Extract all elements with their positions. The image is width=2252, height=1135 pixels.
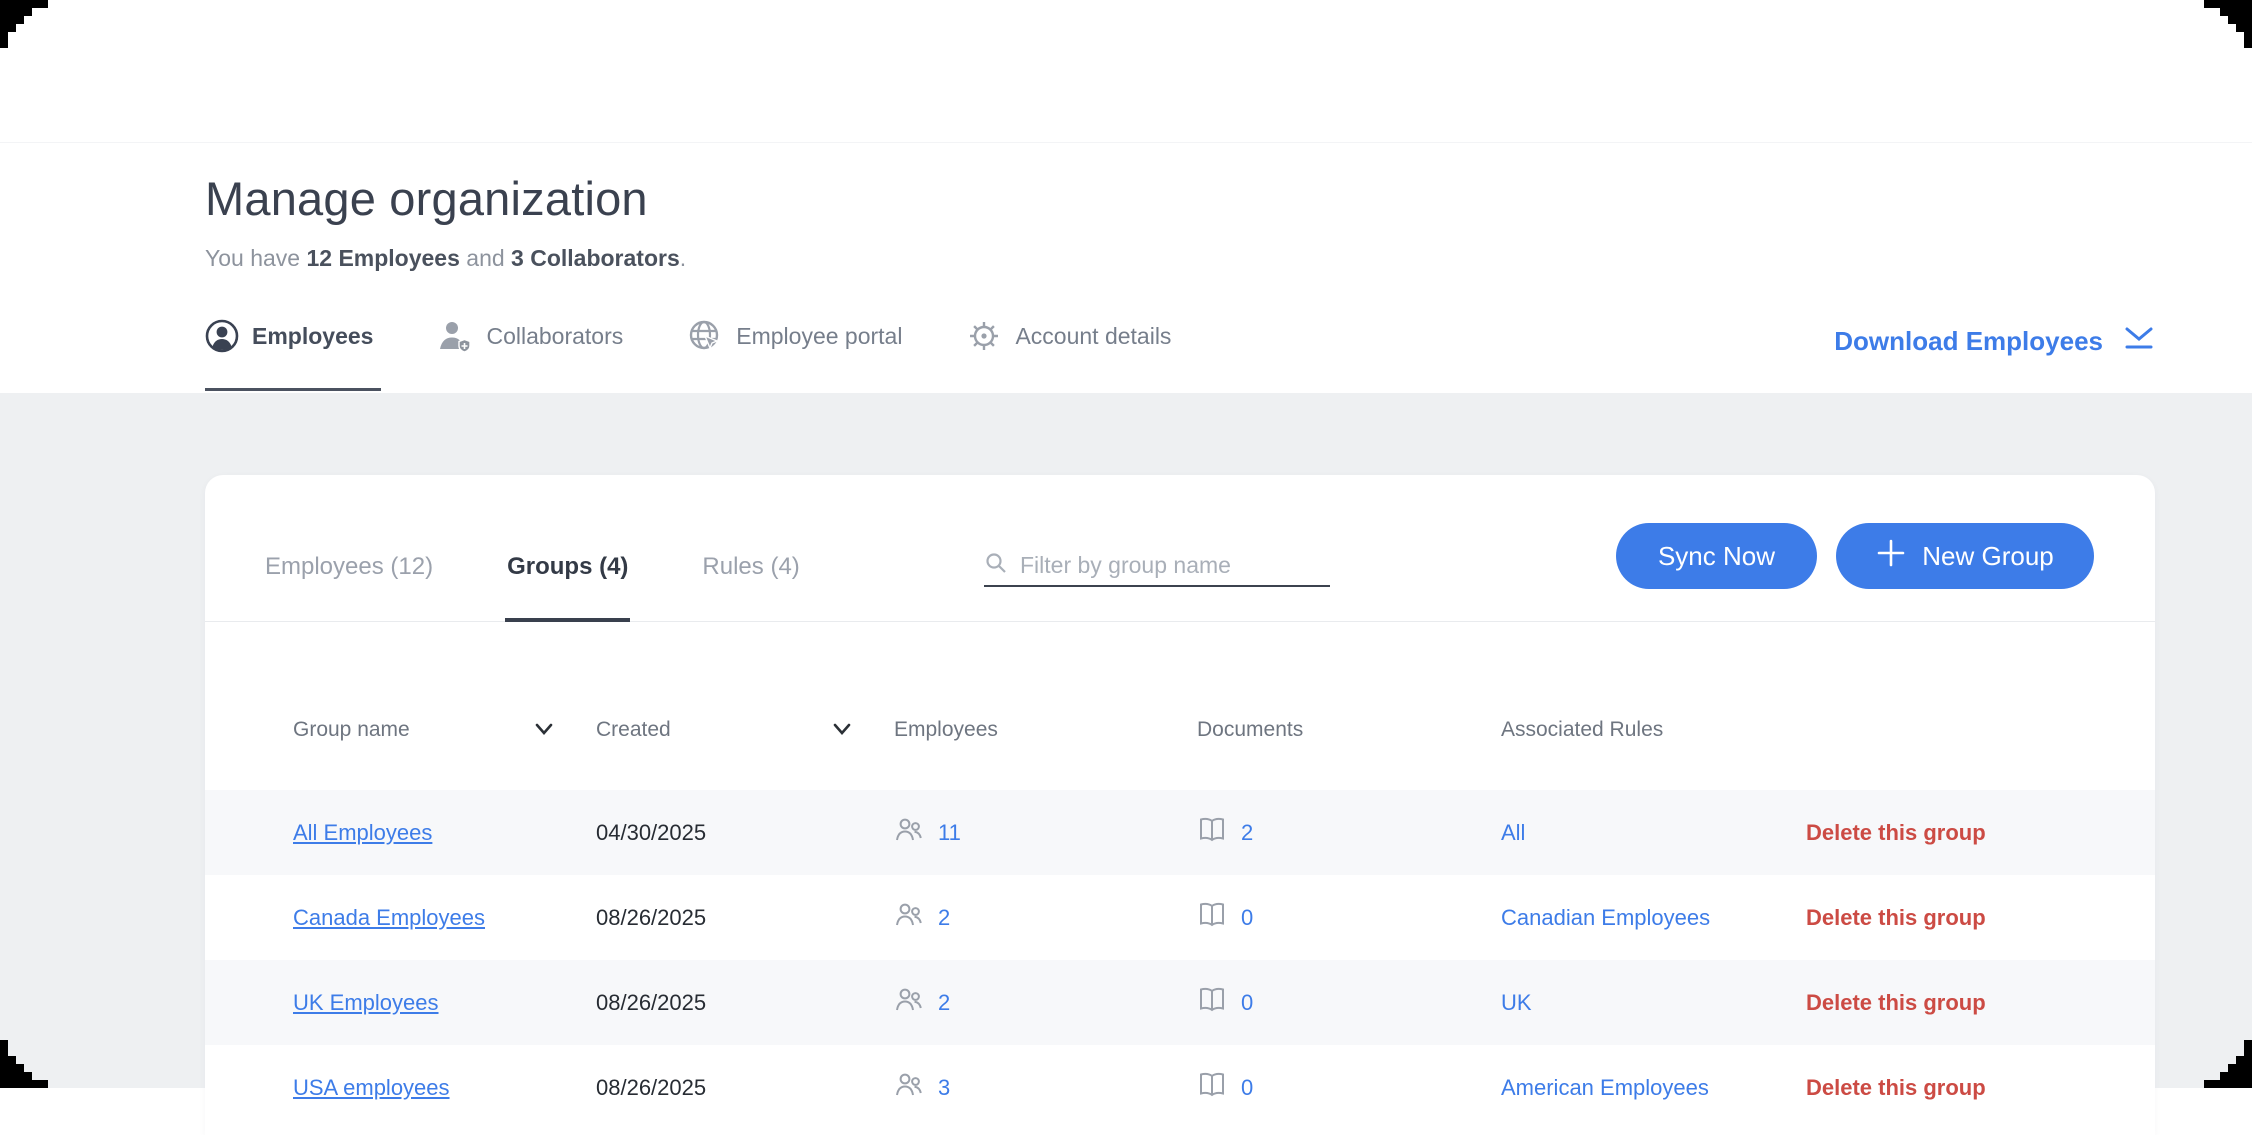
subtab-groups[interactable]: Groups (4)	[505, 475, 630, 622]
tab-employees-label: Employees	[252, 323, 373, 350]
people-icon	[894, 902, 924, 934]
active-tab-underline	[205, 388, 381, 391]
subtitle-employee-count: 12 Employees	[306, 245, 459, 271]
table-header-row: Group name Created Employees Documents A…	[205, 622, 2155, 790]
plus-icon	[1876, 538, 1906, 575]
tab-collaborators[interactable]: Collaborators	[437, 319, 623, 353]
download-employees-button[interactable]: Download Employees	[1834, 325, 2155, 358]
book-icon	[1197, 987, 1227, 1019]
page-subtitle: You have 12 Employees and 3 Collaborator…	[205, 245, 686, 272]
book-icon	[1197, 902, 1227, 934]
created-date: 04/30/2025	[596, 820, 894, 846]
table-row: All Employees 04/30/2025 11 2 All Delete…	[205, 790, 2155, 875]
header-associated-rules: Associated Rules	[1501, 718, 1806, 742]
subtitle-collaborator-count: 3 Collaborators	[511, 245, 680, 271]
header-documents-label: Documents	[1197, 718, 1303, 742]
sync-now-button[interactable]: Sync Now	[1616, 523, 1817, 589]
group-name-link[interactable]: Canada Employees	[293, 905, 485, 930]
subtab-rules[interactable]: Rules (4)	[700, 475, 801, 622]
documents-count-link[interactable]: 0	[1241, 905, 1253, 931]
globe-cursor-icon	[687, 318, 723, 354]
documents-count-link[interactable]: 2	[1241, 820, 1253, 846]
employees-count-link[interactable]: 2	[938, 990, 950, 1016]
tab-account-details[interactable]: Account details	[966, 318, 1171, 354]
page-title: Manage organization	[205, 171, 648, 226]
sort-chevron-icon[interactable]	[534, 718, 554, 742]
group-name-link[interactable]: UK Employees	[293, 990, 439, 1015]
documents-count-link[interactable]: 0	[1241, 990, 1253, 1016]
delete-group-link[interactable]: Delete this group	[1806, 905, 1986, 930]
employees-count-link[interactable]: 11	[938, 820, 961, 846]
created-date: 08/26/2025	[596, 990, 894, 1016]
subtitle-suffix: .	[680, 245, 686, 271]
delete-group-link[interactable]: Delete this group	[1806, 1075, 1986, 1100]
tab-employee-portal-label: Employee portal	[736, 323, 902, 350]
tab-employee-portal[interactable]: Employee portal	[687, 318, 902, 354]
documents-count-cell: 2	[1197, 817, 1501, 849]
group-name-link[interactable]: USA employees	[293, 1075, 450, 1100]
associated-rule-link[interactable]: American Employees	[1501, 1075, 1709, 1100]
header-documents: Documents	[1197, 718, 1501, 742]
subtitle-mid: and	[460, 245, 511, 271]
sort-chevron-icon[interactable]	[832, 718, 852, 742]
tab-collaborators-label: Collaborators	[486, 323, 623, 350]
documents-count-cell: 0	[1197, 987, 1501, 1019]
tab-account-details-label: Account details	[1015, 323, 1171, 350]
group-filter-field	[984, 545, 1330, 587]
associated-rule-link[interactable]: All	[1501, 820, 1525, 845]
table-row: Canada Employees 08/26/2025 2 0 Canadian…	[205, 875, 2155, 960]
associated-rule-link[interactable]: Canadian Employees	[1501, 905, 1710, 930]
download-employees-label: Download Employees	[1834, 326, 2103, 357]
header-created: Created	[596, 718, 894, 742]
tab-employees[interactable]: Employees	[205, 319, 373, 353]
groups-card: Employees (12) Groups (4) Rules (4) Sync…	[205, 475, 2155, 1135]
employees-count-link[interactable]: 2	[938, 905, 950, 931]
header-employees: Employees	[894, 718, 1197, 742]
person-circle-icon	[205, 319, 239, 353]
download-icon	[2123, 325, 2155, 358]
screen: Manage organization You have 12 Employee…	[0, 0, 2252, 1088]
top-white-band	[0, 0, 2252, 143]
header-associated-rules-label: Associated Rules	[1501, 718, 1663, 742]
header-group-name-label: Group name	[293, 718, 410, 742]
employees-count-cell: 11	[894, 817, 1197, 849]
card-tab-bar: Employees (12) Groups (4) Rules (4) Sync…	[205, 475, 2155, 622]
new-group-label: New Group	[1922, 541, 2054, 572]
header-created-label: Created	[596, 718, 671, 742]
group-name-link[interactable]: All Employees	[293, 820, 432, 845]
table-row: UK Employees 08/26/2025 2 0 UK Delete th…	[205, 960, 2155, 1045]
sync-now-label: Sync Now	[1658, 541, 1775, 572]
person-shield-icon	[437, 319, 473, 353]
header-employees-label: Employees	[894, 718, 998, 742]
new-group-button[interactable]: New Group	[1836, 523, 2094, 589]
subtitle-prefix: You have	[205, 245, 306, 271]
main-tab-bar: Employees Collaborators Employee portal …	[205, 318, 1171, 354]
delete-group-link[interactable]: Delete this group	[1806, 990, 1986, 1015]
employees-count-cell: 2	[894, 987, 1197, 1019]
documents-count-cell: 0	[1197, 902, 1501, 934]
employees-count-cell: 2	[894, 902, 1197, 934]
created-date: 08/26/2025	[596, 905, 894, 931]
book-icon	[1197, 817, 1227, 849]
header-group-name: Group name	[293, 718, 596, 742]
people-icon	[894, 817, 924, 849]
subtab-employees[interactable]: Employees (12)	[263, 475, 435, 622]
delete-group-link[interactable]: Delete this group	[1806, 820, 1986, 845]
gear-icon	[966, 318, 1002, 354]
group-filter-input[interactable]	[1018, 551, 1330, 580]
associated-rule-link[interactable]: UK	[1501, 990, 1532, 1015]
search-icon	[984, 551, 1008, 580]
people-icon	[894, 987, 924, 1019]
